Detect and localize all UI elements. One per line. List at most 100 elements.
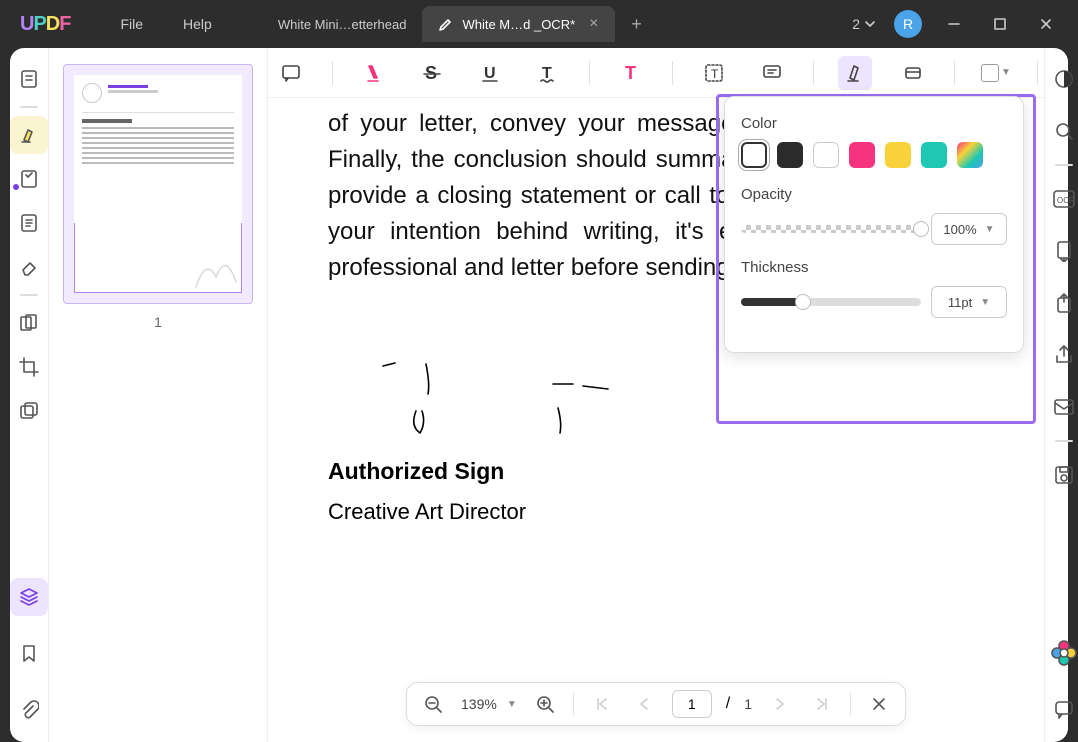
- color-swatch-yellow[interactable]: [885, 142, 911, 168]
- zoom-in-button[interactable]: [531, 690, 559, 718]
- textbox-tool[interactable]: T: [697, 56, 731, 90]
- edit-icon: [438, 16, 454, 32]
- comment-tool[interactable]: [274, 56, 308, 90]
- page-thumbnail[interactable]: [63, 64, 253, 304]
- bar-separator: [573, 693, 574, 715]
- zoom-level[interactable]: 139%▼: [461, 696, 517, 712]
- color-swatch-teal[interactable]: [921, 142, 947, 168]
- share-tool[interactable]: [1045, 336, 1078, 374]
- close-button[interactable]: [1032, 10, 1060, 38]
- strikethrough-tool[interactable]: S: [415, 56, 449, 90]
- text-tool[interactable]: T: [614, 56, 648, 90]
- page-input[interactable]: [672, 690, 712, 718]
- batch-tool[interactable]: [10, 392, 48, 430]
- underline-tool[interactable]: U: [473, 56, 507, 90]
- toolbar-separator: [1037, 61, 1038, 85]
- menu-help[interactable]: Help: [183, 16, 212, 32]
- bottom-nav-bar: 139%▼ / 1: [406, 682, 906, 726]
- prev-page-button[interactable]: [630, 690, 658, 718]
- last-page-button[interactable]: [808, 690, 836, 718]
- rail-separator: [1055, 164, 1073, 166]
- document-tabs: White Mini…etterhead White M…d _OCR* × +: [262, 6, 834, 42]
- toolbar-separator: [589, 61, 590, 85]
- avatar[interactable]: R: [894, 10, 922, 38]
- pencil-tool[interactable]: [838, 56, 872, 90]
- email-tool[interactable]: [1045, 388, 1078, 426]
- color-swatch-black[interactable]: [777, 142, 803, 168]
- form-tool[interactable]: [10, 204, 48, 242]
- tab-active[interactable]: White M…d _OCR* ×: [422, 6, 614, 42]
- minimize-button[interactable]: [940, 10, 968, 38]
- ocr-tool[interactable]: OCR: [1045, 180, 1078, 218]
- opacity-value-box[interactable]: 100%▼: [931, 213, 1007, 245]
- next-page-button[interactable]: [766, 690, 794, 718]
- toolbar-separator: [954, 61, 955, 85]
- pencil-settings-popup: Color Opacity 100%▼ Thickness: [724, 96, 1024, 353]
- highlight-text-tool[interactable]: [357, 56, 391, 90]
- workspace: 1 S U T T T ▼ Color: [10, 48, 1068, 742]
- chevron-down-icon: [864, 18, 876, 30]
- color-swatch-white[interactable]: [813, 142, 839, 168]
- first-page-button[interactable]: [588, 690, 616, 718]
- highlighter-tool[interactable]: [10, 116, 48, 154]
- search-tool[interactable]: [1045, 112, 1078, 150]
- layers-tool[interactable]: [10, 578, 48, 616]
- tab-label: White M…d _OCR*: [462, 17, 575, 32]
- toolbar-separator: [672, 61, 673, 85]
- attachment-tool[interactable]: [10, 690, 48, 728]
- chat-tool[interactable]: [1045, 690, 1078, 728]
- close-icon[interactable]: ×: [589, 15, 598, 33]
- color-swatches: [741, 142, 1007, 168]
- eraser-tool[interactable]: [10, 248, 48, 286]
- appearance-tool[interactable]: [1045, 60, 1078, 98]
- svg-text:U: U: [484, 65, 496, 82]
- color-swatch-custom[interactable]: [957, 142, 983, 168]
- right-rail: OCR: [1044, 48, 1078, 742]
- convert-tool[interactable]: [1045, 232, 1078, 270]
- menu-file[interactable]: File: [120, 16, 143, 32]
- thickness-slider[interactable]: [741, 298, 921, 306]
- export-tool[interactable]: [1045, 284, 1078, 322]
- svg-text:S: S: [425, 63, 437, 83]
- svg-text:OCR: OCR: [1057, 196, 1075, 205]
- color-swatch-pink[interactable]: [849, 142, 875, 168]
- center-area: S U T T T ▼ Color: [268, 48, 1044, 742]
- annotation-tool[interactable]: [10, 160, 48, 198]
- role-label: Creative Art Director: [328, 499, 984, 525]
- rail-separator: [20, 106, 38, 108]
- zoom-out-button[interactable]: [419, 690, 447, 718]
- reader-tool[interactable]: [10, 60, 48, 98]
- shape-tool[interactable]: [896, 56, 930, 90]
- save-tool[interactable]: [1045, 456, 1078, 494]
- slider-thumb[interactable]: [795, 294, 811, 310]
- main-menu: File Help: [90, 16, 241, 32]
- authorized-sign-label: Authorized Sign: [328, 458, 984, 485]
- pages-tool[interactable]: [10, 304, 48, 342]
- slider-thumb[interactable]: [913, 221, 929, 237]
- maximize-button[interactable]: [986, 10, 1014, 38]
- bookmark-tool[interactable]: [10, 634, 48, 672]
- thumbnail-preview: [74, 75, 242, 293]
- color-label: Color: [741, 115, 1007, 132]
- rail-separator: [20, 294, 38, 296]
- opacity-label: Opacity: [741, 186, 1007, 203]
- crop-tool[interactable]: [10, 348, 48, 386]
- close-bar-button[interactable]: [865, 690, 893, 718]
- titlebar-right: 2 R: [834, 10, 1078, 38]
- color-swatch-none[interactable]: [741, 142, 767, 168]
- signature-strokes: [328, 356, 628, 446]
- window-count[interactable]: 2: [852, 16, 876, 32]
- ai-tool[interactable]: [1045, 634, 1078, 672]
- opacity-slider[interactable]: [741, 225, 921, 233]
- signature-area: [328, 356, 984, 446]
- callout-tool[interactable]: [755, 56, 789, 90]
- toolbar-separator: [813, 61, 814, 85]
- page-separator: /: [726, 695, 730, 713]
- thickness-label: Thickness: [741, 259, 1007, 276]
- squiggly-tool[interactable]: T: [531, 56, 565, 90]
- thickness-value-box[interactable]: 11pt▼: [931, 286, 1007, 318]
- tab-label: White Mini…etterhead: [278, 17, 407, 32]
- color-picker-tool[interactable]: ▼: [979, 56, 1013, 90]
- new-tab-button[interactable]: +: [623, 10, 651, 38]
- tab-inactive[interactable]: White Mini…etterhead: [262, 6, 423, 42]
